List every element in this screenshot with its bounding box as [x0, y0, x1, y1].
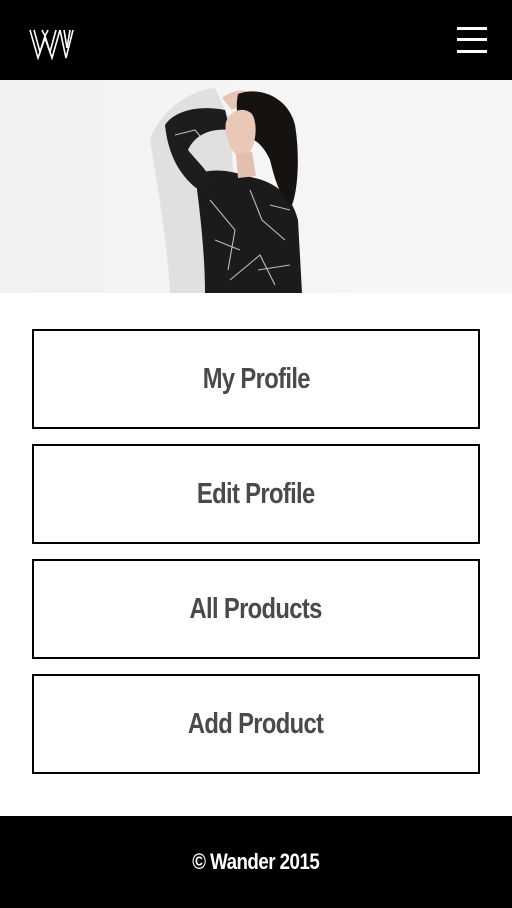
account-menu: My Profile Edit Profile All Products Add…: [32, 329, 480, 789]
my-profile-button[interactable]: My Profile: [32, 329, 480, 429]
copyright-text: © Wander 2015: [192, 849, 320, 874]
edit-profile-button[interactable]: Edit Profile: [32, 444, 480, 544]
page: My Profile Edit Profile All Products Add…: [0, 0, 512, 908]
hero-image: [0, 80, 512, 293]
all-products-label: All Products: [189, 592, 323, 625]
wander-logo-icon[interactable]: [29, 28, 74, 61]
footer: © Wander 2015: [0, 816, 512, 908]
hamburger-menu-icon[interactable]: [452, 22, 492, 58]
add-product-button[interactable]: Add Product: [32, 674, 480, 774]
hero-photo: [0, 80, 512, 293]
edit-profile-label: Edit Profile: [197, 477, 315, 510]
add-product-label: Add Product: [188, 707, 324, 740]
my-profile-label: My Profile: [202, 362, 310, 395]
all-products-button[interactable]: All Products: [32, 559, 480, 659]
top-bar: [0, 0, 512, 80]
